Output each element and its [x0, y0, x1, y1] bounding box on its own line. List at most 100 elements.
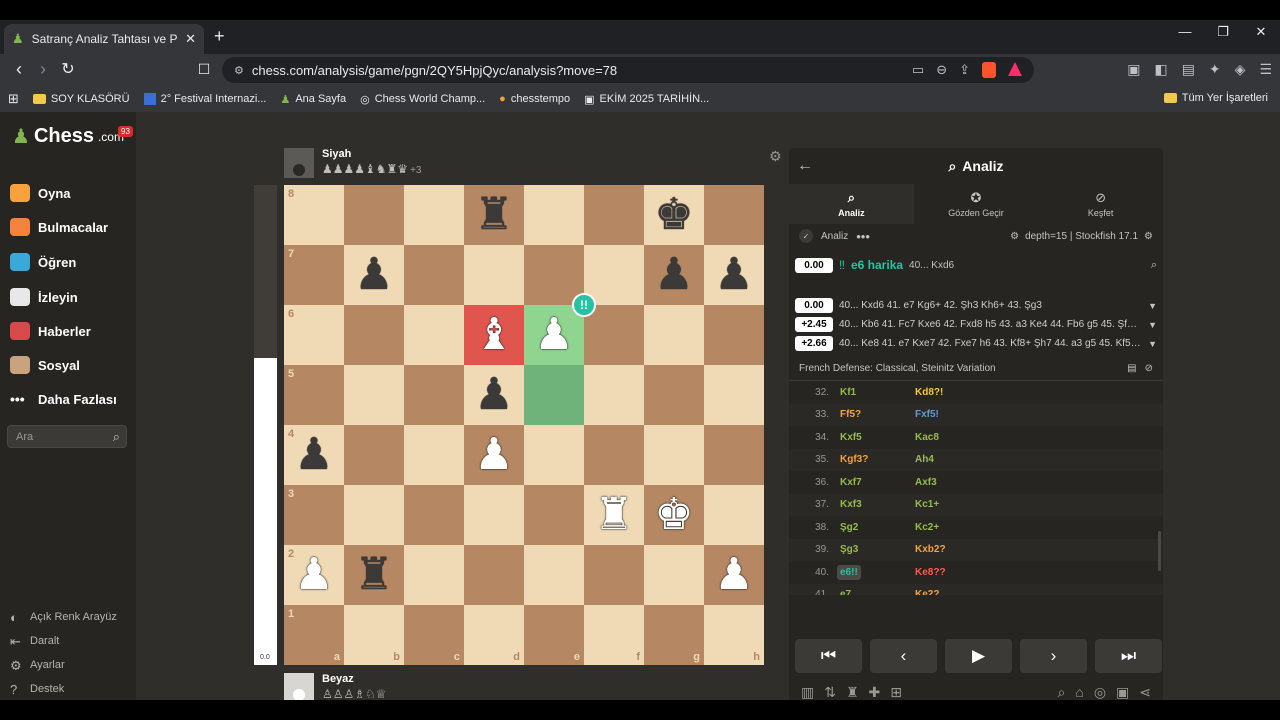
square-f1[interactable]: f [584, 605, 644, 665]
square-e6[interactable]: ♟!! [524, 293, 596, 365]
black-rook-piece[interactable]: ♜ [354, 553, 393, 597]
square-g5[interactable] [644, 365, 704, 425]
back-icon[interactable]: ‹ [8, 59, 30, 80]
white-move[interactable]: Şg3 [837, 542, 861, 557]
white-move[interactable]: e6!! [837, 564, 861, 580]
target-icon[interactable]: ◎ [1094, 684, 1106, 700]
share-icon[interactable]: ⇪ [959, 62, 970, 78]
square-d6[interactable]: ♝ [464, 305, 524, 365]
white-move[interactable]: Ff5? [837, 407, 864, 422]
add-icon[interactable]: ✚ [869, 684, 881, 700]
reload-icon[interactable]: ↻ [57, 59, 79, 79]
settings-button[interactable]: ⚙ Ayarlar [10, 658, 65, 673]
square-f6[interactable] [584, 305, 644, 365]
white-move[interactable]: Kxf3 [837, 497, 865, 512]
first-move-button[interactable]: ⏮ [795, 639, 862, 673]
wallet-icon[interactable]: ▤ [1182, 61, 1195, 78]
square-c2[interactable] [404, 545, 464, 605]
square-g3[interactable]: ♚ [644, 485, 704, 545]
previous-move-button[interactable]: ‹ [870, 639, 937, 673]
more-options-icon[interactable]: ••• [856, 229, 870, 244]
square-e4[interactable] [524, 425, 584, 485]
black-pawn-piece[interactable]: ♟ [354, 253, 393, 297]
brave-shield-icon[interactable] [982, 62, 996, 78]
chevron-down-icon[interactable]: ▼ [1148, 320, 1157, 330]
white-rook-piece[interactable]: ♜ [594, 493, 633, 537]
white-move[interactable]: Kxf5 [837, 430, 865, 445]
support-button[interactable]: ? Destek [10, 682, 64, 697]
square-f8[interactable] [584, 185, 644, 245]
square-c6[interactable] [404, 305, 464, 365]
sidebar-item-social[interactable]: Sosyal [10, 356, 80, 374]
bookmark-item[interactable]: 2° Festival Internazi... [143, 93, 266, 105]
engine-line[interactable]: +2.45 40... Kb6 41. Fc7 Kxe6 42. Fxd8 h5 … [789, 315, 1163, 334]
bookmark-item[interactable]: SOY KLASÖRÜ [32, 93, 130, 105]
sidebar-icon[interactable]: ◧ [1154, 61, 1167, 78]
square-f2[interactable] [584, 545, 644, 605]
black-move[interactable]: Ah4 [912, 452, 937, 467]
square-h6[interactable] [704, 305, 764, 365]
collapse-button[interactable]: ⇤ Daralt [10, 634, 59, 649]
chess-board[interactable]: 8 ♜ ♚ 7 ♟ ♟ ♟ 6 ♝ ♟!! 5 ♟ 4 ♟ ♟ 3 ♜ ♚ 2 ♟ ♜ ♟ 1 a b c d e f g h [284, 185, 764, 665]
chess-logo[interactable]: ♟ Chess .com [12, 124, 124, 149]
sidebar-item-learn[interactable]: Öğren [10, 253, 76, 271]
forward-icon[interactable]: › [32, 59, 54, 80]
flip-board-icon[interactable]: ⇅ [824, 684, 836, 700]
square-a4[interactable]: 4 ♟ [284, 425, 344, 485]
square-b4[interactable] [344, 425, 404, 485]
square-h3[interactable] [704, 485, 764, 545]
square-d3[interactable] [464, 485, 524, 545]
square-c7[interactable] [404, 245, 464, 305]
square-d8[interactable]: ♜ [464, 185, 524, 245]
square-d5[interactable]: ♟ [464, 365, 524, 425]
chevron-down-icon[interactable]: ▼ [1148, 339, 1157, 349]
square-e5[interactable] [524, 365, 584, 425]
browser-tab[interactable]: ♟ Satranç Analiz Tahtası ve PG Not ✕ [4, 24, 204, 54]
square-h1[interactable]: h [704, 605, 764, 665]
black-move[interactable]: Fxf5! [912, 407, 942, 422]
square-e3[interactable] [524, 485, 584, 545]
new-tab-button[interactable]: + [214, 26, 225, 47]
square-d2[interactable] [464, 545, 524, 605]
square-d7[interactable] [464, 245, 524, 305]
black-move[interactable]: Ke8?? [912, 565, 949, 580]
square-f3[interactable]: ♜ [584, 485, 644, 545]
square-b5[interactable] [344, 365, 404, 425]
white-bishop-piece[interactable]: ♝ [474, 313, 513, 357]
square-h7[interactable]: ♟ [704, 245, 764, 305]
square-b7[interactable]: ♟ [344, 245, 404, 305]
square-f4[interactable] [584, 425, 644, 485]
search-input[interactable]: Ara ⌕ [7, 425, 127, 448]
chart-icon[interactable]: ▥ [801, 684, 814, 700]
board-settings-icon[interactable]: ⚙ [769, 148, 782, 165]
avatar[interactable] [284, 673, 314, 700]
bookmark-icon[interactable]: ☐ [193, 61, 215, 78]
explore-icon[interactable]: ⊘ [1145, 363, 1153, 374]
square-g7[interactable]: ♟ [644, 245, 704, 305]
book-icon[interactable]: ▤ [1127, 363, 1136, 374]
bookmark-item[interactable]: ♟ Ana Sayfa [280, 93, 346, 106]
all-bookmarks[interactable]: Tüm Yer İşaretleri [1163, 92, 1268, 104]
square-b1[interactable]: b [344, 605, 404, 665]
avatar[interactable] [284, 148, 314, 178]
engine-line[interactable]: +2.66 40... Ke8 41. e7 Kxe7 42. Fxe7 h6 4… [789, 334, 1163, 353]
library-icon[interactable]: ⌂ [1075, 684, 1083, 700]
square-d4[interactable]: ♟ [464, 425, 524, 485]
leo-icon[interactable]: ✦ [1209, 61, 1221, 78]
tab-analysis[interactable]: ⌕ Analiz [789, 184, 914, 224]
square-c5[interactable] [404, 365, 464, 425]
square-h5[interactable] [704, 365, 764, 425]
square-b8[interactable] [344, 185, 404, 245]
square-a7[interactable]: 7 [284, 245, 344, 305]
apps-icon[interactable]: ⊞ [8, 91, 19, 107]
player-name[interactable]: Siyah [322, 148, 421, 160]
sidebar-item-play[interactable]: Oyna [10, 184, 71, 202]
light-theme-toggle[interactable]: ◐ Açık Renk Arayüz [10, 610, 117, 625]
white-pawn-piece[interactable]: ♟ [474, 433, 513, 477]
analysis-toggle[interactable]: ✓ [799, 229, 813, 243]
square-h4[interactable] [704, 425, 764, 485]
white-move[interactable]: Şg2 [837, 520, 861, 535]
white-pawn-piece[interactable]: ♟ [294, 553, 333, 597]
black-move[interactable]: Axf3 [912, 475, 940, 490]
square-f5[interactable] [584, 365, 644, 425]
